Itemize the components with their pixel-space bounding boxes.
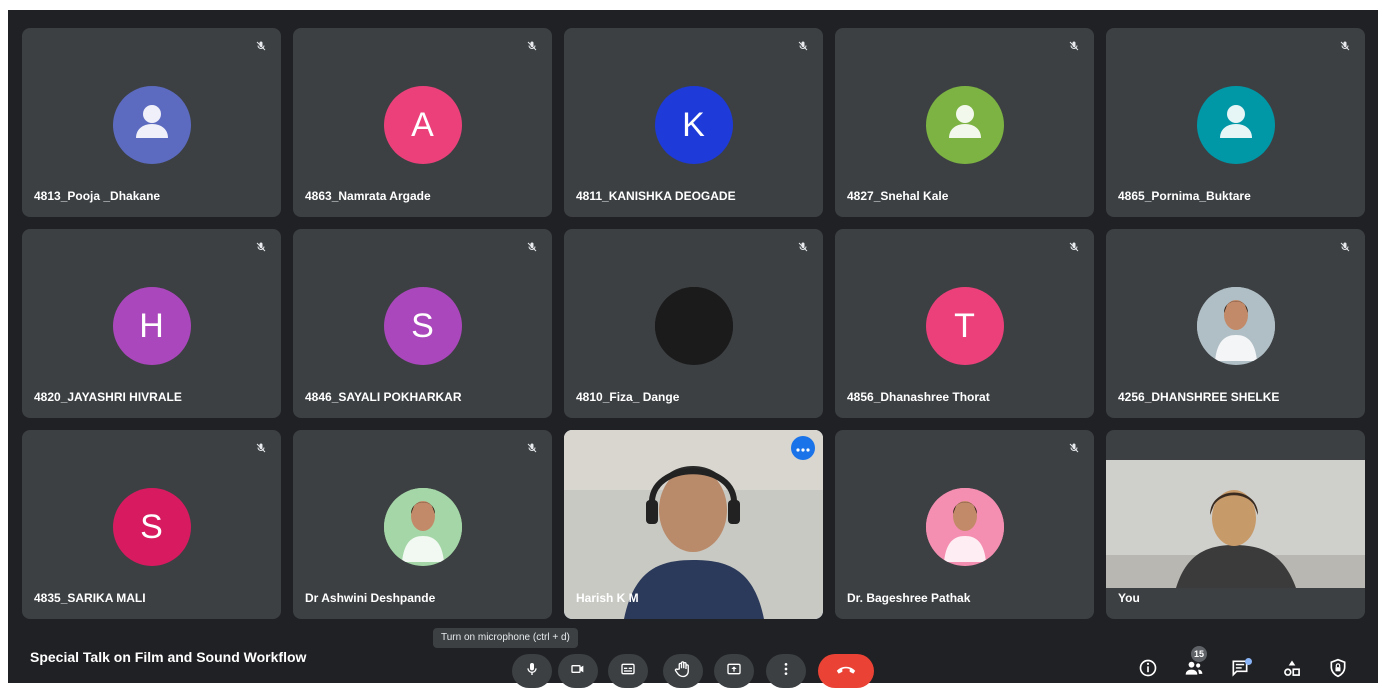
muted-mic-icon	[251, 438, 271, 458]
muted-mic-icon	[522, 237, 542, 257]
participant-tile[interactable]: You	[1106, 430, 1365, 619]
more-options-icon	[778, 661, 794, 682]
participant-tile[interactable]: Dr. Bageshree Pathak	[835, 430, 1094, 619]
participant-avatar: K	[654, 86, 733, 164]
tile-options-button[interactable]	[791, 436, 815, 460]
participant-avatar: H	[112, 287, 191, 365]
avatar-initial: H	[139, 306, 164, 345]
more-horizontal-icon	[796, 439, 810, 457]
participant-name: 4863_Namrata Argade	[305, 189, 431, 203]
meeting-title: Special Talk on Film and Sound Workflow	[30, 649, 307, 665]
raise-hand-icon	[674, 660, 692, 683]
hangup-icon	[835, 662, 857, 681]
participant-name: 4811_KANISHKA DEOGADE	[576, 189, 736, 203]
muted-mic-icon	[1335, 237, 1355, 257]
people-button[interactable]: 15	[1180, 646, 1208, 684]
participant-avatar	[383, 488, 462, 566]
participant-name: You	[1118, 591, 1140, 605]
profile-photo-icon	[383, 488, 462, 566]
participant-avatar: S	[383, 287, 462, 365]
participant-tile[interactable]: 4865_Pornima_Buktare	[1106, 28, 1365, 217]
avatar-initial: K	[682, 105, 705, 144]
participant-avatar: A	[383, 86, 462, 164]
meet-window: 4813_Pooja _Dhakane A 4863_Namrata Argade K…	[8, 10, 1378, 688]
participant-tile[interactable]: 4256_DHANSHREE SHELKE	[1106, 229, 1365, 418]
captions-icon	[620, 661, 636, 682]
profile-photo-icon	[925, 488, 1004, 566]
muted-mic-icon	[1064, 438, 1084, 458]
participant-name: Dr. Bageshree Pathak	[847, 591, 971, 605]
bottom-toolbar: Special Talk on Film and Sound Workflow …	[8, 622, 1378, 688]
participant-avatar	[112, 86, 191, 164]
activities-button[interactable]	[1278, 656, 1306, 684]
participant-tile[interactable]: 4827_Snehal Kale	[835, 28, 1094, 217]
chat-notification-dot	[1245, 658, 1252, 665]
person-icon	[127, 96, 177, 155]
participant-name: 4865_Pornima_Buktare	[1118, 189, 1251, 203]
participant-avatar	[925, 488, 1004, 566]
muted-mic-icon	[1335, 36, 1355, 56]
mic-tooltip: Turn on microphone (ctrl + d)	[433, 628, 578, 648]
info-icon	[1138, 658, 1158, 683]
muted-mic-icon	[251, 36, 271, 56]
host-controls-icon	[1328, 658, 1348, 683]
participant-name: 4827_Snehal Kale	[847, 189, 949, 203]
avatar-initial: T	[954, 306, 975, 345]
participant-tile[interactable]: A 4863_Namrata Argade	[293, 28, 552, 217]
participant-avatar	[925, 86, 1004, 164]
participant-tile[interactable]: 4810_Fiza_ Dange	[564, 229, 823, 418]
participant-avatar	[654, 287, 733, 365]
participant-name: 4846_SAYALI POKHARKAR	[305, 390, 462, 404]
chat-button[interactable]	[1226, 656, 1254, 684]
participant-name: 4810_Fiza_ Dange	[576, 390, 680, 404]
mic-icon	[524, 661, 540, 682]
meeting-details-button[interactable]	[1134, 656, 1162, 684]
host-controls-button[interactable]	[1324, 656, 1352, 684]
muted-mic-icon	[522, 36, 542, 56]
present-icon	[726, 661, 742, 682]
profile-photo-icon	[654, 287, 733, 365]
participant-tile[interactable]: Harish K M	[564, 430, 823, 619]
muted-mic-icon	[522, 438, 542, 458]
participant-name: Harish K M	[576, 591, 639, 605]
person-icon	[1211, 96, 1261, 155]
participant-avatar	[1196, 86, 1275, 164]
participant-name: 4813_Pooja _Dhakane	[34, 189, 161, 203]
participant-tile[interactable]: K 4811_KANISHKA DEOGADE	[564, 28, 823, 217]
participant-avatar: T	[925, 287, 1004, 365]
participant-name: 4856_Dhanashree Thorat	[847, 390, 990, 404]
muted-mic-icon	[251, 237, 271, 257]
participant-name: 4820_JAYASHRI HIVRALE	[34, 390, 182, 404]
camera-icon	[570, 661, 586, 682]
participant-tile[interactable]: Dr Ashwini Deshpande	[293, 430, 552, 619]
participant-avatar	[1196, 287, 1275, 365]
profile-photo-icon	[1196, 287, 1275, 365]
muted-mic-icon	[1064, 237, 1084, 257]
participant-tile[interactable]: 4813_Pooja _Dhakane	[22, 28, 281, 217]
muted-mic-icon	[793, 36, 813, 56]
participant-name: Dr Ashwini Deshpande	[305, 591, 436, 605]
participant-name: 4256_DHANSHREE SHELKE	[1118, 390, 1280, 404]
person-icon	[940, 96, 990, 155]
participant-tile[interactable]: S 4846_SAYALI POKHARKAR	[293, 229, 552, 418]
participant-grid: 4813_Pooja _Dhakane A 4863_Namrata Argade K…	[22, 28, 1365, 619]
participant-tile[interactable]: T 4856_Dhanashree Thorat	[835, 229, 1094, 418]
avatar-initial: A	[411, 105, 434, 144]
avatar-initial: S	[411, 306, 434, 345]
participant-tile[interactable]: H 4820_JAYASHRI HIVRALE	[22, 229, 281, 418]
participant-count-badge: 15	[1191, 646, 1208, 662]
participant-tile[interactable]: S 4835_SARIKA MALI	[22, 430, 281, 619]
muted-mic-icon	[1064, 36, 1084, 56]
participant-name: 4835_SARIKA MALI	[34, 591, 146, 605]
avatar-initial: S	[140, 507, 163, 546]
self-video	[1106, 460, 1365, 588]
activities-icon	[1282, 658, 1302, 683]
muted-mic-icon	[793, 237, 813, 257]
participant-avatar: S	[112, 488, 191, 566]
